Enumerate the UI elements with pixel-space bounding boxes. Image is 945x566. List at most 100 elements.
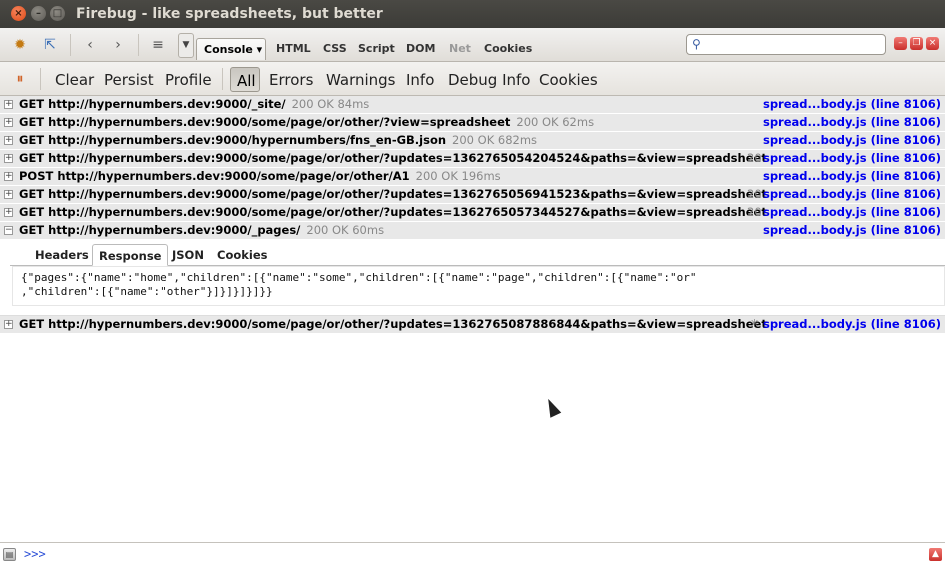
log-row[interactable]: + GET http://hypernumbers.dev:9000/some/… — [0, 186, 945, 204]
request-detail-panel: Headers Response JSON Cookies {"pages":{… — [0, 240, 945, 316]
close-firebug-icon[interactable]: × — [926, 37, 939, 50]
expand-icon[interactable]: + — [4, 154, 13, 163]
tab-net[interactable]: Net — [449, 42, 471, 55]
title-bar: × – □ Firebug - like spreadsheets, but b… — [0, 0, 945, 28]
expand-icon[interactable]: + — [4, 172, 13, 181]
profile-button[interactable]: Profile — [165, 71, 212, 89]
request-status: 20 — [747, 151, 762, 165]
tab-json[interactable]: JSON — [166, 244, 210, 266]
source-link[interactable]: spread...body.js (line 8106) — [763, 187, 941, 201]
back-icon[interactable]: ‹ — [80, 36, 100, 54]
tab-html[interactable]: HTML — [276, 42, 311, 55]
request-url: http://hypernumbers.dev:9000/hypernumber… — [48, 133, 447, 147]
search-icon: ⚲ — [692, 37, 701, 51]
console-toolbar: ⏸ Clear Persist Profile All Errors Warni… — [0, 62, 945, 96]
log-row[interactable]: + GET http://hypernumbers.dev:9000/_site… — [0, 96, 945, 114]
request-url: http://hypernumbers.dev:9000/_site/ — [48, 97, 286, 111]
clear-button[interactable]: Clear — [55, 71, 94, 89]
tab-headers[interactable]: Headers — [29, 244, 95, 266]
request-url: http://hypernumbers.dev:9000/some/page/o… — [48, 115, 511, 129]
minimize-firebug-icon[interactable]: – — [894, 37, 907, 50]
request-method: GET — [19, 223, 45, 237]
expand-icon[interactable]: + — [4, 136, 13, 145]
source-link[interactable]: spread...body.js (line 8106) — [763, 317, 941, 331]
tab-css[interactable]: CSS — [323, 42, 347, 55]
panel-menu-dropdown[interactable]: ▼ — [178, 33, 194, 58]
log-row[interactable]: + GET http://hypernumbers.dev:9000/some/… — [0, 114, 945, 132]
source-link[interactable]: spread...body.js (line 8106) — [763, 223, 941, 237]
expand-icon[interactable]: + — [4, 208, 13, 217]
request-url: http://hypernumbers.dev:9000/some/page/o… — [48, 205, 767, 219]
request-method: GET — [19, 205, 45, 219]
source-link[interactable]: spread...body.js (line 8106) — [763, 133, 941, 147]
log-row[interactable]: + GET http://hypernumbers.dev:9000/some/… — [0, 150, 945, 168]
request-status: 200 OK 84ms — [291, 97, 370, 111]
request-status: 20 — [747, 187, 762, 201]
request-status: 200 OK 62ms — [516, 115, 595, 129]
detach-firebug-icon[interactable]: ❐ — [910, 37, 923, 50]
collapse-icon[interactable]: − — [4, 226, 13, 235]
request-status: 200 OK 196ms — [415, 169, 501, 183]
forward-icon[interactable]: › — [108, 36, 128, 54]
command-line[interactable]: ▤ >>> ▲ — [0, 542, 945, 566]
filter-info-button[interactable]: Info — [406, 71, 434, 89]
response-line: {"pages":{"name":"home","children":[{"na… — [21, 271, 697, 284]
source-link[interactable]: spread...body.js (line 8106) — [763, 97, 941, 111]
request-method: GET — [19, 115, 45, 129]
command-close-icon[interactable]: ▲ — [929, 548, 942, 561]
source-link[interactable]: spread...body.js (line 8106) — [763, 205, 941, 219]
persist-button[interactable]: Persist — [104, 71, 154, 89]
filter-cookies-button[interactable]: Cookies — [539, 71, 598, 89]
request-method: GET — [19, 151, 45, 165]
tab-console[interactable]: Console ▾ — [196, 38, 266, 60]
tab-detail-cookies[interactable]: Cookies — [211, 244, 273, 266]
firebug-toolbar: ✹ ⇱ ‹ › ≡ ▼ Console ▾ HTML CSS Script DO… — [0, 28, 945, 62]
tab-dom[interactable]: DOM — [406, 42, 435, 55]
minimize-window-button[interactable]: – — [31, 6, 46, 21]
firebug-icon[interactable]: ✹ — [10, 36, 30, 54]
request-method: POST — [19, 169, 54, 183]
tab-script[interactable]: Script — [358, 42, 395, 55]
maximize-window-button[interactable]: □ — [50, 6, 65, 21]
mouse-cursor-icon — [542, 396, 562, 418]
window-title: Firebug - like spreadsheets, but better — [76, 6, 383, 22]
request-status: 20 — [747, 205, 762, 219]
expand-icon[interactable]: + — [4, 190, 13, 199]
filter-debug-info-button[interactable]: Debug Info — [448, 71, 531, 89]
request-method: GET — [19, 317, 45, 331]
expand-icon[interactable]: + — [4, 100, 13, 109]
log-row[interactable]: + POST http://hypernumbers.dev:9000/some… — [0, 168, 945, 186]
source-link[interactable]: spread...body.js (line 8106) — [763, 115, 941, 129]
log-row-expanded[interactable]: − GET http://hypernumbers.dev:9000/_page… — [0, 222, 945, 240]
source-link[interactable]: spread...body.js (line 8106) — [763, 169, 941, 183]
filter-errors-button[interactable]: Errors — [269, 71, 313, 89]
search-input[interactable]: ⚲ — [686, 34, 886, 55]
log-row-pending[interactable]: + GET http://hypernumbers.dev:9000/some/… — [0, 316, 945, 334]
expand-icon[interactable]: + — [4, 320, 13, 329]
close-window-button[interactable]: × — [11, 6, 26, 21]
command-editor-icon[interactable]: ▤ — [3, 548, 16, 561]
request-status: 200 OK 60ms — [306, 223, 385, 237]
log-row[interactable]: + GET http://hypernumbers.dev:9000/some/… — [0, 204, 945, 222]
filter-all-button[interactable]: All — [230, 67, 260, 92]
tab-cookies[interactable]: Cookies — [484, 42, 532, 55]
inspect-icon[interactable]: ⇱ — [40, 36, 60, 54]
response-body: {"pages":{"name":"home","children":[{"na… — [12, 266, 945, 306]
response-line: ,"children":[{"name":"other"}]}]}]}]}} — [21, 285, 273, 298]
request-status: 200 OK 682ms — [452, 133, 538, 147]
source-link[interactable]: spread...body.js (line 8106) — [763, 151, 941, 165]
command-prompt: >>> — [24, 547, 46, 561]
request-url: http://hypernumbers.dev:9000/some/page/o… — [48, 151, 767, 165]
request-url: http://hypernumbers.dev:9000/some/page/o… — [48, 187, 767, 201]
tab-console-label: Console — [204, 43, 253, 56]
request-method: GET — [19, 133, 45, 147]
expand-icon[interactable]: + — [4, 118, 13, 127]
log-row[interactable]: + GET http://hypernumbers.dev:9000/hyper… — [0, 132, 945, 150]
loading-spinner-icon: ✳ — [750, 317, 760, 330]
tab-response[interactable]: Response — [92, 244, 169, 266]
filter-warnings-button[interactable]: Warnings — [326, 71, 396, 89]
break-on-errors-icon[interactable]: ⏸ — [10, 70, 30, 88]
request-method: GET — [19, 187, 45, 201]
list-menu-icon[interactable]: ≡ — [148, 36, 168, 54]
request-url: http://hypernumbers.dev:9000/some/page/o… — [48, 317, 767, 331]
